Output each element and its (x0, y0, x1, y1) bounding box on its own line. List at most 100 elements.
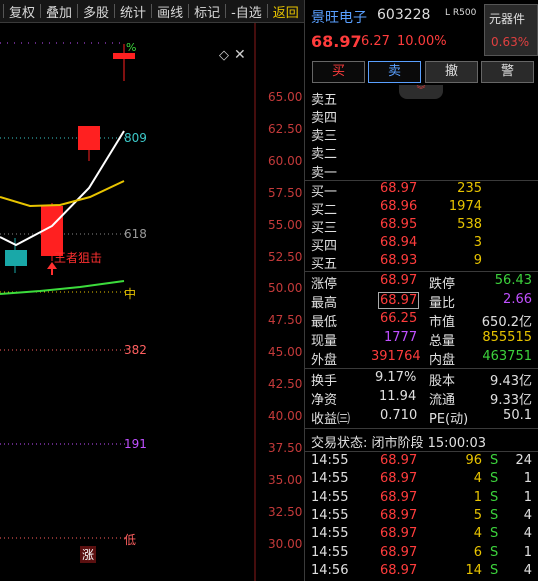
tick-volume: 4 (473, 526, 482, 542)
eps-label: 收益㈢ (311, 412, 351, 427)
bid-row[interactable]: 买一 68.97 235 (305, 181, 538, 200)
tick-side: S (490, 471, 499, 487)
tick-row: 14:55 68.97 5 S 4 (305, 508, 538, 526)
price-tick: 42.50 (268, 377, 303, 391)
fund-row: 收益㈢ 0.710 PE(动) 50.1 (305, 408, 538, 427)
fib-809-label: 809 (124, 131, 147, 145)
nav-value: 11.94 (379, 389, 417, 404)
sector-box[interactable]: 元器件 0.63% (484, 4, 538, 56)
stock-name[interactable]: 景旺电子 (311, 7, 367, 27)
stock-code: 603228 (377, 7, 431, 23)
inner-value: 463751 (482, 349, 532, 364)
price-tick: 60.00 (268, 154, 303, 168)
alert-button[interactable]: 警 (481, 61, 534, 83)
remove-watchlist-button[interactable]: -自选 (229, 2, 264, 21)
kline-svg[interactable] (0, 23, 304, 581)
tick-price: 68.97 (380, 507, 418, 523)
trade-status: 交易状态: 闭市阶段 15:00:03 (305, 432, 538, 451)
mark-button[interactable]: 标记 (192, 2, 222, 21)
sell-button[interactable]: 卖 (368, 61, 421, 83)
buy-button[interactable]: 买 (312, 61, 365, 83)
chart-toolbar: 复权 叠加 多股 统计 画线 标记 -自选 返回 (0, 0, 304, 23)
tick-price: 68.97 (380, 453, 418, 468)
bid-price: 68.95 (380, 217, 418, 232)
tick-price: 68.97 (380, 471, 418, 487)
current-volume-value: 1777 (384, 330, 418, 345)
tick-price: 68.97 (380, 526, 418, 542)
limit-up-value: 68.97 (380, 273, 418, 288)
bid-price: 68.96 (380, 199, 418, 214)
turnover-value: 9.17% (375, 370, 417, 385)
fib-191-label: 191 (124, 437, 147, 451)
tick-side: S (490, 453, 499, 468)
pe-label: PE(动) (429, 412, 469, 427)
stat-row: 最高 68.97 量比 2.66 (305, 292, 538, 311)
fund-row: 换手 9.17% 股本 9.43亿 (305, 370, 538, 389)
eps-value: 0.710 (380, 408, 418, 423)
ask-label: 卖二 (311, 147, 338, 162)
tick-row: 14:55 68.97 96 S 24 (305, 453, 538, 471)
ask-row: 卖三 (305, 125, 538, 144)
pe-value: 50.1 (503, 408, 532, 423)
fib-382-label: 382 (124, 343, 147, 357)
tick-count: 4 (523, 526, 532, 542)
bid-row[interactable]: 买五 68.93 9 (305, 253, 538, 272)
return-button[interactable]: 返回 (271, 2, 301, 21)
adjust-button[interactable]: 复权 (7, 2, 37, 21)
ask-row: 卖五 (305, 89, 538, 108)
price-tick: 30.00 (268, 537, 303, 551)
outer-value: 391764 (371, 349, 421, 364)
cancel-button[interactable]: 撤 (425, 61, 478, 83)
ask-row: 卖四 (305, 107, 538, 126)
last-price: 68.97 (311, 32, 362, 51)
equity-label: 股本 (429, 374, 456, 389)
tick-volume: 4 (473, 471, 482, 487)
index-tags: L R500 (445, 8, 477, 18)
divider (305, 451, 538, 452)
trade-status-text: 交易状态: 闭市阶段 15:00:03 (311, 436, 487, 451)
tick-volume: 6 (473, 544, 482, 560)
toolbar-separator (3, 4, 4, 18)
close-icon[interactable]: ✕ (234, 47, 246, 63)
price-tick: 52.50 (268, 250, 303, 264)
draw-line-button[interactable]: 画线 (155, 2, 185, 21)
bid-row[interactable]: 买三 68.95 538 (305, 217, 538, 236)
diamond-icon[interactable]: ◇ (219, 48, 229, 63)
stat-row: 现量 1777 总量 855515 (305, 330, 538, 349)
toolbar-separator (225, 4, 227, 18)
bid-label: 买五 (311, 257, 338, 272)
tick-row: 14:55 68.97 6 S 1 (305, 545, 538, 563)
tick-count: 1 (523, 489, 532, 505)
price-change-pct: 10.00% (397, 34, 447, 49)
bid-volume: 538 (457, 217, 482, 232)
total-volume-label: 总量 (429, 334, 456, 349)
bid-price: 68.93 (380, 253, 418, 268)
tick-volume: 5 (473, 507, 482, 523)
kline-chart[interactable]: ◇ ✕ % 809 618 中 382 191 低 王者狙击 涨 65.00 6… (0, 23, 304, 581)
ask-label: 卖一 (311, 166, 338, 181)
bid-label: 买四 (311, 239, 338, 254)
ask-row: 卖一 (305, 162, 538, 181)
statistics-button[interactable]: 统计 (118, 2, 148, 21)
tick-volume: 96 (465, 453, 482, 468)
tick-count: 1 (523, 544, 532, 560)
bid-row[interactable]: 买四 68.94 3 (305, 235, 538, 254)
tick-count: 1 (523, 471, 532, 487)
price-tick: 35.00 (268, 473, 303, 487)
tick-time: 14:55 (311, 471, 349, 487)
bid-row[interactable]: 买二 68.96 1974 (305, 199, 538, 218)
limit-down-label: 跌停 (429, 277, 456, 292)
price-tick: 50.00 (268, 281, 303, 295)
total-volume-value: 855515 (482, 330, 532, 345)
divider (305, 271, 538, 272)
bid-label: 买一 (311, 185, 338, 200)
toolbar-separator (151, 4, 153, 18)
tick-price: 68.97 (380, 562, 418, 578)
price-tick: 45.00 (268, 345, 303, 359)
overlay-button[interactable]: 叠加 (44, 2, 74, 21)
toolbar-separator (266, 4, 268, 18)
tick-volume: 1 (473, 489, 482, 505)
ask-row: 卖二 (305, 143, 538, 162)
multi-stock-button[interactable]: 多股 (81, 2, 111, 21)
tick-time: 14:55 (311, 453, 349, 468)
